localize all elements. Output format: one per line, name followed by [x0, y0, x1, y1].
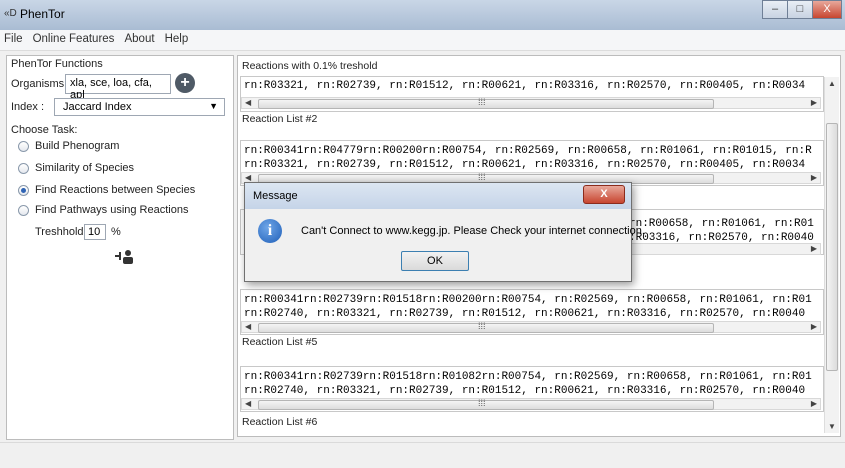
task-label: Similarity of Species: [35, 162, 135, 174]
scroll-left-icon: ◀: [245, 399, 252, 408]
task-label: Find Pathways using Reactions: [35, 204, 189, 216]
menu-file[interactable]: File: [0, 30, 26, 45]
dialog-title: Message: [253, 190, 298, 202]
results-header: Reactions with 0.1% treshold: [242, 60, 378, 72]
organisms-input[interactable]: xla, sce, loa, cfa, apl: [65, 74, 171, 101]
scroll-right-icon: ▶: [810, 322, 817, 331]
scroll-up-icon: ▲: [828, 79, 836, 88]
dialog-close-button[interactable]: X: [583, 185, 625, 204]
menu-bar: File Online Features About Help: [0, 30, 845, 51]
scroll-right-icon: ▶: [810, 244, 817, 253]
minimize-button[interactable]: –: [762, 0, 788, 19]
horizontal-scrollbar[interactable]: ◀ ⁞⁞⁞ ▶: [241, 321, 821, 333]
scroll-thumb[interactable]: ⁞⁞⁞: [258, 321, 714, 333]
scroll-right-icon: ▶: [810, 399, 817, 408]
reaction-list-box: rn:R00341rn:R04779rn:R00200rn:R00754, rn…: [240, 140, 824, 186]
ok-button[interactable]: OK: [401, 251, 469, 271]
info-icon: i: [258, 219, 282, 243]
index-select[interactable]: Jaccard Index ▼: [54, 98, 225, 116]
horizontal-scrollbar[interactable]: ◀ ⁞⁞⁞ ▶: [241, 97, 821, 109]
scroll-down-icon: ▼: [828, 422, 836, 431]
reaction-line: rn:R02740, rn:R03321, rn:R02739, rn:R015…: [244, 385, 806, 397]
choose-task-label: Choose Task:: [11, 124, 78, 136]
plus-icon: +: [180, 74, 190, 91]
radio-build-phenogram[interactable]: [18, 141, 29, 152]
add-organism-button[interactable]: +: [175, 73, 195, 93]
app-icon: «D: [4, 8, 17, 19]
task-label: Find Reactions between Species: [35, 184, 196, 196]
user-tree-icon: [115, 249, 135, 265]
window-title: PhenTor: [20, 7, 65, 21]
reaction-line: rn:R00341rn:R02739rn:R01518rn:R01082rn:R…: [244, 371, 812, 383]
info-icon-glyph: i: [267, 222, 273, 239]
index-select-value: Jaccard Index: [63, 101, 132, 113]
vertical-scrollbar[interactable]: ▲ ▼: [824, 77, 839, 433]
reaction-line: rn:R00658, rn:R01061, rn:R01: [629, 218, 814, 230]
scroll-right-icon: ▶: [810, 98, 817, 107]
window-close-button[interactable]: X: [812, 0, 842, 19]
menu-online-features[interactable]: Online Features: [29, 30, 118, 45]
threshold-label: Treshhold:: [35, 226, 87, 238]
reaction-line: rn:R02740, rn:R03321, rn:R02739, rn:R015…: [244, 308, 806, 320]
threshold-input[interactable]: 10: [84, 224, 106, 240]
reaction-line: rn:R00341rn:R02739rn:R01518rn:R00200rn:R…: [244, 294, 812, 306]
functions-panel: PhenTor Functions Organisms : xla, sce, …: [6, 55, 234, 440]
scroll-thumb[interactable]: ⁞⁞⁞: [258, 398, 714, 410]
dialog-message: Can't Connect to www.kegg.jp. Please Che…: [301, 225, 645, 237]
status-bar: [0, 442, 845, 468]
reaction-list-box: rn:R00341rn:R02739rn:R01518rn:R01082rn:R…: [240, 366, 824, 412]
radio-find-pathways[interactable]: [18, 205, 29, 216]
reaction-list-box: rn:R00341rn:R02739rn:R01518rn:R00200rn:R…: [240, 289, 824, 335]
percent-label: %: [111, 226, 121, 238]
reaction-line: rn:R03321, rn:R02739, rn:R01512, rn:R006…: [244, 80, 806, 92]
organisms-label: Organisms :: [11, 78, 71, 90]
scroll-thumb[interactable]: ⁞⁞⁞: [258, 97, 714, 109]
scroll-left-icon: ◀: [245, 173, 252, 182]
title-bar: «D PhenTor – □ X: [0, 0, 845, 30]
radio-similarity-of-species[interactable]: [18, 163, 29, 174]
chevron-down-icon: ▼: [209, 101, 218, 111]
task-label: Build Phenogram: [35, 140, 120, 152]
horizontal-scrollbar[interactable]: ◀ ⁞⁞⁞ ▶: [241, 398, 821, 410]
reaction-line: rn:R03321, rn:R02739, rn:R01512, rn:R006…: [244, 159, 806, 171]
reaction-list-label: Reaction List #2: [242, 113, 318, 125]
scroll-right-icon: ▶: [810, 173, 817, 182]
menu-help[interactable]: Help: [161, 30, 192, 45]
reaction-list-label: Reaction List #5: [242, 336, 318, 348]
scroll-left-icon: ◀: [245, 322, 252, 331]
reaction-list-label: Reaction List #6: [242, 416, 318, 428]
vertical-scroll-thumb[interactable]: [826, 123, 838, 371]
reaction-list-box: rn:R03321, rn:R02739, rn:R01512, rn:R006…: [240, 76, 824, 112]
dialog-title-bar: Message X: [245, 183, 631, 209]
horizontal-scrollbar[interactable]: ▶: [625, 243, 821, 255]
radio-find-reactions[interactable]: [18, 185, 29, 196]
index-label: Index :: [11, 101, 45, 113]
panel-title: PhenTor Functions: [11, 58, 103, 70]
reaction-line: rn:R00341rn:R04779rn:R00200rn:R00754, rn…: [244, 145, 812, 157]
menu-about[interactable]: About: [120, 30, 157, 45]
maximize-button[interactable]: □: [787, 0, 813, 19]
message-dialog: Message X i Can't Connect to www.kegg.jp…: [244, 182, 645, 282]
scroll-left-icon: ◀: [245, 98, 252, 107]
